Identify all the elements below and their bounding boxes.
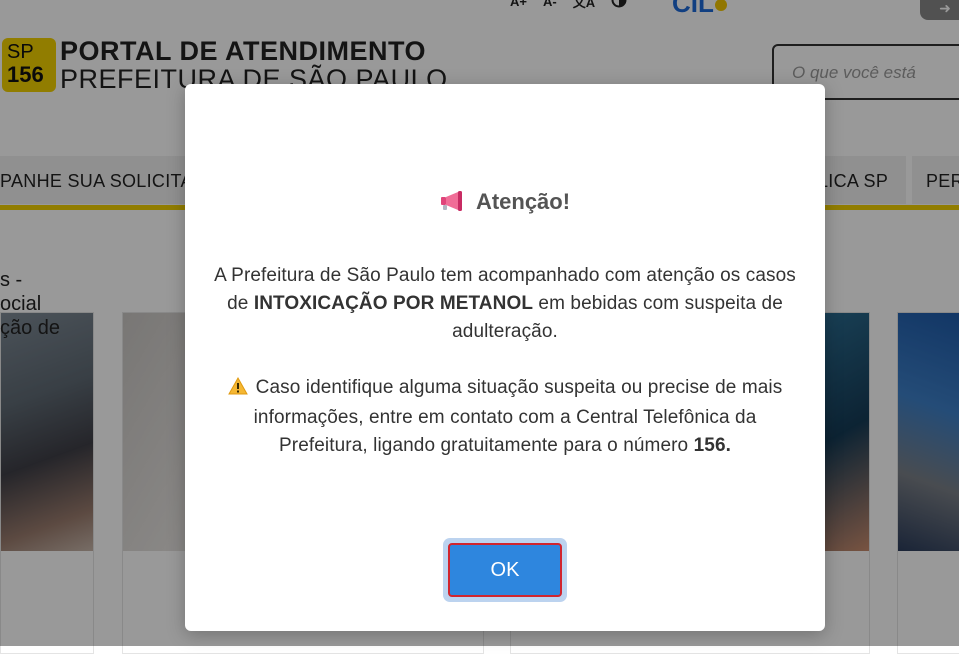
- ok-button[interactable]: OK: [448, 543, 562, 597]
- modal-paragraph-2: Caso identifique alguma situação suspeit…: [210, 374, 800, 460]
- modal-title-text: Atenção!: [475, 189, 571, 214]
- ok-button-focus-ring: OK: [443, 538, 567, 602]
- warning-icon: [227, 376, 248, 404]
- modal-paragraph-1: A Prefeitura de São Paulo tem acompanhad…: [214, 265, 796, 342]
- portal-page: A+ A- 文A CIL ➜ SP 156 PORTAL DE ATENDIME…: [0, 0, 959, 654]
- phone-number: 156.: [693, 435, 731, 456]
- megaphone-icon: [440, 190, 466, 218]
- modal-title: Atenção!: [185, 189, 825, 218]
- methanol-warning: INTOXICAÇÃO POR METANOL: [253, 293, 534, 314]
- alert-modal: Atenção! A Prefeitura de São Paulo tem a…: [185, 84, 825, 631]
- modal-body: A Prefeitura de São Paulo tem acompanhad…: [210, 262, 800, 460]
